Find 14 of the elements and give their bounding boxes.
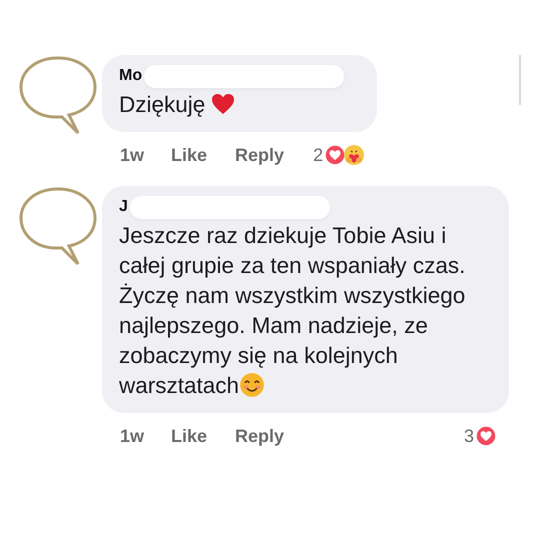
comment-time: 1w: [120, 426, 144, 446]
reaction-count: 2: [313, 144, 324, 166]
author-name[interactable]: Mo: [119, 67, 142, 85]
comment-time: 1w: [120, 144, 144, 166]
like-link[interactable]: Like: [171, 426, 208, 446]
speech-bubble-icon: [18, 186, 98, 268]
speech-bubble-icon: [18, 55, 98, 137]
reply-link[interactable]: Reply: [235, 144, 284, 166]
reply-link[interactable]: Reply: [235, 426, 284, 446]
reaction-count: 3: [464, 426, 474, 446]
like-link[interactable]: Like: [171, 144, 208, 166]
comment-text: Dziękuję: [119, 92, 206, 117]
author-name[interactable]: J: [119, 198, 128, 216]
comment-text: Jeszcze raz dziekuje Tobie Asiu i całej grupie za ten wspaniały czas. Życzę nam wszystkim wszystkiego najlepszego. Mam nadzieje, ze zobaczymy się na kolejnych warsztatach: [119, 223, 466, 398]
